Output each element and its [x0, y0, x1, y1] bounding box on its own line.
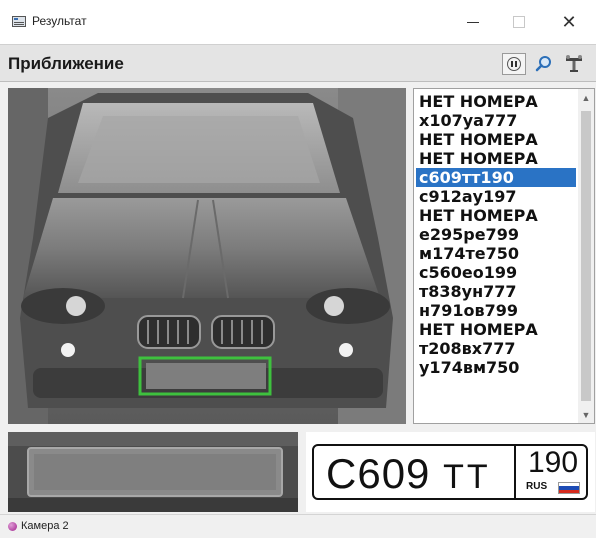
- plate-letter: С: [326, 450, 358, 497]
- plate-region: 190: [527, 446, 579, 479]
- settings-icon: [566, 55, 582, 72]
- chevron-down-icon: ▼: [581, 409, 591, 420]
- plate-frame: С609 ТТ 190 RUS: [312, 444, 588, 500]
- list-item[interactable]: НЕТ НОМЕРА: [416, 149, 576, 168]
- list-item[interactable]: НЕТ НОМЕРА: [416, 92, 576, 111]
- car-snapshot-image: [8, 88, 406, 424]
- settings-button[interactable]: [562, 53, 586, 75]
- list-item[interactable]: НЕТ НОМЕРА: [416, 206, 576, 225]
- camera-view[interactable]: [8, 88, 406, 424]
- pause-icon: [507, 57, 521, 71]
- list-item[interactable]: у174вм750: [416, 358, 576, 377]
- close-icon: ✕: [561, 11, 577, 32]
- list-item[interactable]: НЕТ НОМЕРА: [416, 320, 576, 339]
- scroll-thumb[interactable]: [581, 111, 591, 401]
- maximize-button[interactable]: [496, 0, 542, 44]
- status-bar: Камера 2: [0, 514, 596, 538]
- title-bar: Результат ✕: [0, 0, 596, 44]
- list-item[interactable]: м174те750: [416, 244, 576, 263]
- scroll-up-button[interactable]: ▲: [578, 89, 594, 106]
- plate-crop-graphic: [8, 432, 298, 512]
- list-scrollbar[interactable]: ▲ ▼: [578, 89, 594, 423]
- plate-list[interactable]: НЕТ НОМЕРА х107уа777 НЕТ НОМЕРА НЕТ НОМЕ…: [413, 88, 595, 424]
- zoom-icon: [535, 56, 551, 72]
- list-item[interactable]: н791ов799: [416, 301, 576, 320]
- list-item[interactable]: НЕТ НОМЕРА: [416, 130, 576, 149]
- scroll-down-button[interactable]: ▼: [578, 406, 594, 423]
- app-icon: [12, 16, 26, 27]
- window-title: Результат: [32, 14, 87, 28]
- result-window: Результат ✕ Приближение НЕТ НОМЕРА х107у…: [0, 0, 596, 538]
- close-button[interactable]: ✕: [546, 0, 592, 44]
- plate-main-number: С609 ТТ: [326, 451, 491, 500]
- chevron-up-icon: ▲: [581, 92, 591, 103]
- minimize-icon: [467, 21, 479, 23]
- plate-divider: [514, 446, 516, 498]
- plate-country: RUS: [526, 481, 548, 492]
- camera-status-icon: [8, 522, 17, 531]
- zoom-header: Приближение: [0, 44, 596, 82]
- plate-series: ТТ: [443, 458, 491, 496]
- list-item[interactable]: т838ун777: [416, 282, 576, 301]
- maximize-icon: [513, 16, 525, 28]
- plate-crop-image: [8, 432, 298, 512]
- list-item[interactable]: е295ре799: [416, 225, 576, 244]
- camera-label: Камера 2: [21, 520, 69, 532]
- list-item[interactable]: с912ау197: [416, 187, 576, 206]
- zoom-button[interactable]: [532, 53, 556, 75]
- list-item[interactable]: с560ео199: [416, 263, 576, 282]
- list-item-selected[interactable]: с609тт190: [416, 168, 576, 187]
- list-item[interactable]: х107уа777: [416, 111, 576, 130]
- pause-button[interactable]: [502, 53, 526, 75]
- list-item[interactable]: т208вх777: [416, 339, 576, 358]
- recognized-plate: С609 ТТ 190 RUS: [306, 432, 595, 512]
- minimize-button[interactable]: [450, 0, 496, 44]
- section-title: Приближение: [8, 54, 124, 73]
- plate-digits: 609: [357, 450, 431, 497]
- russia-flag-icon: [558, 482, 580, 494]
